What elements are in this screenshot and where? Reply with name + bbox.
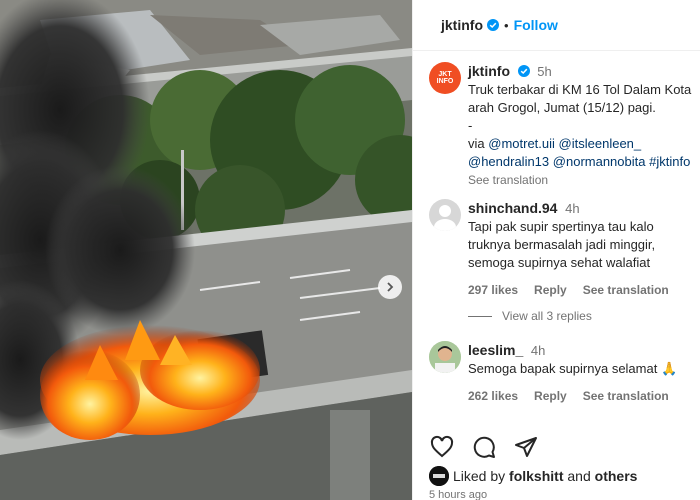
avatar-logo-text: JKT INFO bbox=[436, 71, 454, 85]
mention-link[interactable]: @motret.uii bbox=[488, 136, 555, 151]
view-replies-button[interactable]: View all 3 replies bbox=[468, 309, 592, 323]
user-photo-icon bbox=[429, 341, 461, 373]
comment-username[interactable]: shinchand.94 bbox=[468, 200, 557, 216]
caption-dash: - bbox=[468, 118, 473, 133]
see-translation-button[interactable]: See translation bbox=[583, 387, 669, 405]
comment-text: Tapi pak supir spertinya tau kalo trukny… bbox=[468, 219, 656, 270]
share-icon bbox=[515, 437, 537, 457]
comment-meta: 297 likes Reply See translation bbox=[468, 281, 694, 299]
reply-button[interactable]: Reply bbox=[534, 281, 567, 299]
liked-prefix: Liked by bbox=[453, 468, 506, 484]
liked-and: and bbox=[567, 468, 591, 484]
user-silhouette-icon bbox=[434, 205, 456, 231]
like-button[interactable] bbox=[429, 434, 455, 460]
view-replies-label: View all 3 replies bbox=[502, 309, 592, 323]
comment-likes[interactable]: 262 likes bbox=[468, 387, 518, 405]
replies-line bbox=[468, 315, 492, 317]
comment-body: shinchand.94 4h Tapi pak supir spertinya… bbox=[468, 199, 694, 299]
comment-icon bbox=[473, 436, 495, 458]
post-image[interactable] bbox=[0, 0, 412, 500]
next-image-button[interactable] bbox=[378, 275, 402, 299]
comment-username[interactable]: leeslim_ bbox=[468, 342, 523, 358]
liker-avatar-icon bbox=[429, 466, 449, 486]
jktinfo-avatar[interactable]: JKT INFO bbox=[429, 62, 461, 94]
comment-time[interactable]: 4h bbox=[531, 343, 545, 358]
liker-avatar[interactable] bbox=[429, 466, 449, 486]
caption-mentions: via @motret.uii @itsleenleen_ @hendralin… bbox=[468, 135, 694, 171]
liked-by: Liked by folkshitt and others bbox=[429, 466, 637, 486]
burning-truck-photo bbox=[0, 0, 412, 500]
leeslim-avatar[interactable] bbox=[429, 341, 461, 373]
caption-text: Truk terbakar di KM 16 Tol Dalam Kota ar… bbox=[468, 82, 692, 115]
verified-icon bbox=[517, 65, 530, 77]
header-username[interactable]: jktinfo bbox=[441, 17, 483, 33]
hashtag-link[interactable]: #jktinfo bbox=[649, 154, 690, 169]
default-avatar[interactable] bbox=[429, 199, 461, 231]
header-separator: • bbox=[504, 17, 509, 33]
liked-others[interactable]: others bbox=[595, 468, 638, 484]
header-divider bbox=[413, 50, 700, 51]
reply-button[interactable]: Reply bbox=[534, 387, 567, 405]
comment-text: Semoga bapak supirnya selamat 🙏 bbox=[468, 361, 678, 376]
chevron-right-icon bbox=[387, 282, 394, 292]
liked-user[interactable]: folkshitt bbox=[509, 468, 563, 484]
heart-icon bbox=[430, 435, 454, 458]
follow-button[interactable]: Follow bbox=[514, 17, 558, 33]
caption-time[interactable]: 5h bbox=[537, 64, 551, 79]
mention-link[interactable]: @normannobita bbox=[553, 154, 646, 169]
post-time[interactable]: 5 hours ago bbox=[429, 489, 487, 500]
post-panel: jktinfo • Follow JKT INFO jktinfo 5h Tru… bbox=[412, 0, 700, 500]
verified-icon bbox=[487, 19, 499, 31]
share-button[interactable] bbox=[513, 434, 539, 460]
post-header: jktinfo • Follow bbox=[413, 0, 700, 50]
caption-see-translation[interactable]: See translation bbox=[468, 171, 694, 189]
comment-likes[interactable]: 297 likes bbox=[468, 281, 518, 299]
see-translation-button[interactable]: See translation bbox=[583, 281, 669, 299]
comment-body: leeslim_ 4h Semoga bapak supirnya selama… bbox=[468, 341, 694, 405]
caption-body: jktinfo 5h Truk terbakar di KM 16 Tol Da… bbox=[468, 62, 694, 189]
caption-via: via bbox=[468, 136, 485, 151]
comment-button[interactable] bbox=[471, 434, 497, 460]
mention-link[interactable]: @hendralin13 bbox=[468, 154, 549, 169]
comment-time[interactable]: 4h bbox=[565, 201, 579, 216]
post-actions bbox=[429, 434, 539, 460]
mention-link[interactable]: @itsleenleen_ bbox=[559, 136, 642, 151]
caption-username[interactable]: jktinfo bbox=[468, 63, 510, 79]
comment-meta: 262 likes Reply See translation bbox=[468, 387, 694, 405]
